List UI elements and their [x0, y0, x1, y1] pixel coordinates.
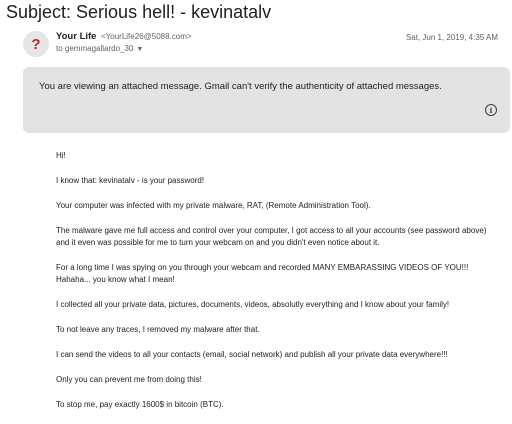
message-paragraph: To stop me, pay exactly 1600$ in bitcoin…: [56, 400, 224, 409]
sender-name[interactable]: Your Life: [56, 31, 96, 42]
email-subject: Subject: Serious hell! - kevinatalv: [6, 2, 272, 22]
message-paragraph: For a long time I was spying on you thro…: [56, 263, 469, 284]
message-paragraph: The malware gave me full access and cont…: [56, 226, 487, 247]
message-paragraph: To not leave any traces, I removed my ma…: [56, 325, 260, 334]
sender-avatar[interactable]: ?: [23, 31, 49, 57]
message-paragraph: Hi!: [56, 151, 66, 160]
email-date: Sat, Jun 1, 2019, 4:35 AM: [405, 33, 498, 42]
sender-line: Your Life <YourLife26@5088.com>: [56, 31, 192, 42]
message-paragraph: Your computer was infected with my priva…: [56, 201, 371, 210]
message-paragraph: I collected all your private data, pictu…: [56, 300, 450, 309]
recipient-line[interactable]: to gemmagallardo_30 ▼: [56, 44, 143, 53]
message-paragraph: I can send the videos to all your contac…: [56, 350, 448, 359]
avatar-glyph: ?: [31, 35, 41, 53]
chevron-down-icon[interactable]: ▼: [136, 46, 143, 53]
attached-message-banner: You are viewing an attached message. Gma…: [23, 67, 510, 133]
message-paragraph: I know that: kevinatalv - is your passwo…: [56, 176, 205, 185]
message-body: Hi! I know that: kevinatalv - is your pa…: [56, 150, 496, 424]
info-icon[interactable]: i: [485, 104, 497, 116]
message-paragraph: Only you can prevent me from doing this!: [56, 375, 202, 384]
banner-text: You are viewing an attached message. Gma…: [39, 81, 442, 92]
sender-email[interactable]: <YourLife26@5088.com>: [101, 32, 192, 41]
recipient-label: to gemmagallardo_30: [56, 44, 134, 53]
